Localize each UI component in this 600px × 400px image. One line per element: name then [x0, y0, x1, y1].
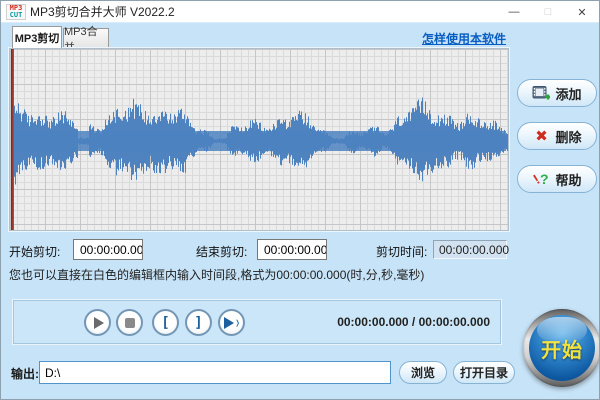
- output-path-input[interactable]: [39, 361, 391, 384]
- play-button[interactable]: [84, 309, 111, 336]
- selection-mark-icon: ❭: [235, 319, 241, 327]
- minimize-button[interactable]: —: [497, 1, 531, 23]
- time-format-hint: 您也可以直接在白色的编辑框内输入时间段,格式为00:00:00.000(时,分,…: [9, 266, 424, 283]
- play-selection-icon: [224, 317, 234, 329]
- help-button[interactable]: ! ? 帮助: [517, 165, 597, 193]
- window-controls: — □ ✕: [497, 1, 599, 23]
- player-bar: [ ] ❭ 00:00:00.000 / 00:00:00.000: [13, 300, 501, 344]
- maximize-button: □: [531, 1, 565, 23]
- output-label: 输出:: [11, 365, 39, 382]
- help-icon: ! ?: [532, 171, 550, 187]
- playhead-marker[interactable]: [11, 49, 14, 230]
- bracket-open-icon: [: [161, 315, 169, 331]
- tab-mp3-cut[interactable]: MP3剪切: [12, 26, 62, 48]
- film-add-icon: [532, 85, 550, 101]
- play-selection-button[interactable]: ❭: [218, 309, 245, 336]
- delete-button[interactable]: ✖ 删除: [517, 122, 597, 150]
- help-button-label: 帮助: [555, 170, 581, 189]
- add-button[interactable]: 添加: [517, 79, 597, 107]
- cut-duration-label: 剪切时间:: [376, 243, 427, 260]
- close-button[interactable]: ✕: [565, 1, 599, 23]
- stop-icon: [125, 318, 135, 328]
- app-window: MP3 CUT MP3剪切合并大师 V2022.2 — □ ✕ MP3剪切 MP…: [0, 0, 600, 400]
- start-button-face: 开始: [529, 315, 595, 381]
- set-end-button[interactable]: ]: [185, 309, 212, 336]
- bracket-close-icon: ]: [194, 315, 202, 331]
- start-cut-input[interactable]: [73, 239, 143, 260]
- waveform-panel[interactable]: [9, 48, 509, 231]
- how-to-use-link[interactable]: 怎样使用本软件: [422, 30, 506, 47]
- title-bar: MP3 CUT MP3剪切合并大师 V2022.2 — □ ✕: [1, 1, 599, 23]
- play-icon: [94, 317, 104, 329]
- tab-mp3-merge[interactable]: MP3合并: [63, 28, 109, 48]
- stop-button[interactable]: [116, 309, 143, 336]
- open-directory-button[interactable]: 打开目录: [453, 361, 515, 384]
- window-title: MP3剪切合并大师 V2022.2: [30, 3, 175, 20]
- start-button-label: 开始: [541, 334, 583, 363]
- set-start-button[interactable]: [: [152, 309, 179, 336]
- app-logo-icon: MP3 CUT: [6, 4, 26, 20]
- waveform: [10, 49, 508, 230]
- cut-duration-value: 00:00:00.000: [433, 240, 507, 259]
- end-cut-label: 结束剪切:: [196, 243, 247, 260]
- delete-x-icon: ✖: [532, 128, 550, 144]
- start-cut-label: 开始剪切:: [9, 243, 60, 260]
- end-cut-input[interactable]: [257, 239, 327, 260]
- add-button-label: 添加: [555, 84, 581, 103]
- start-button[interactable]: 开始: [523, 309, 600, 387]
- main-panel: MP3剪切 MP3合并 怎样使用本软件 开始剪切: 结束剪切: 剪切时间: 00…: [1, 23, 599, 399]
- browse-button[interactable]: 浏览: [399, 361, 447, 384]
- delete-button-label: 删除: [555, 127, 581, 146]
- player-time-display: 00:00:00.000 / 00:00:00.000: [337, 301, 490, 343]
- app-logo-bottom: CUT: [7, 12, 25, 19]
